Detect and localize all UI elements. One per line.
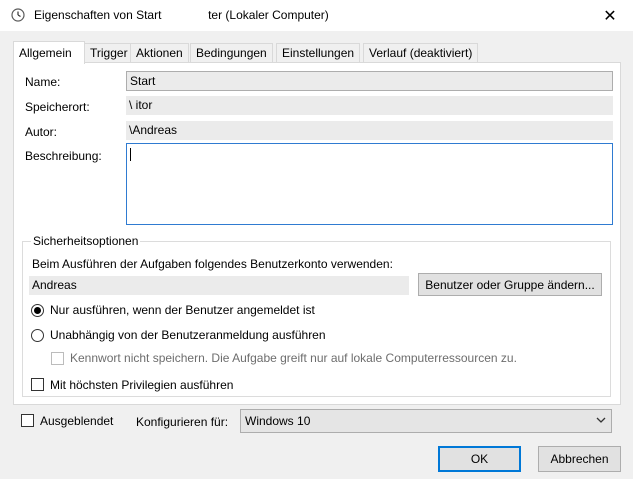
hidden-checkbox[interactable] bbox=[21, 414, 34, 427]
radio-independent-label[interactable]: Unabhängig von der Benutzeranmeldung aus… bbox=[50, 328, 326, 342]
location-label: Speicherort: bbox=[25, 100, 90, 114]
account-prompt: Beim Ausführen der Aufgaben folgendes Be… bbox=[32, 257, 393, 271]
tab-allgemein[interactable]: Allgemein bbox=[13, 41, 85, 64]
description-textarea[interactable] bbox=[126, 143, 613, 225]
cancel-button[interactable]: Abbrechen bbox=[538, 446, 621, 472]
author-label: Autor: bbox=[25, 125, 58, 139]
window-title: Eigenschaften von Start ter (Lokaler Com… bbox=[34, 8, 329, 22]
tab-bedingungen[interactable]: Bedingungen bbox=[190, 43, 273, 63]
hidden-label[interactable]: Ausgeblendet bbox=[40, 414, 113, 428]
close-button[interactable]: ✕ bbox=[587, 0, 633, 31]
chevron-down-icon bbox=[596, 417, 606, 423]
highest-privileges-checkbox[interactable] bbox=[31, 378, 44, 391]
ok-button[interactable]: OK bbox=[438, 446, 521, 472]
author-field[interactable]: \Andreas bbox=[126, 121, 613, 140]
name-field[interactable]: Start bbox=[126, 71, 613, 91]
radio-independent[interactable] bbox=[31, 329, 44, 342]
text-caret bbox=[130, 148, 131, 161]
highest-privileges-label[interactable]: Mit höchsten Privilegien ausführen bbox=[50, 378, 233, 392]
configure-select[interactable]: Windows 10 bbox=[240, 409, 612, 433]
no-store-password-checkbox bbox=[51, 352, 64, 365]
radio-selected-dot bbox=[34, 307, 41, 314]
account-field: Andreas bbox=[29, 276, 409, 295]
no-store-password-label: Kennwort nicht speichern. Die Aufgabe gr… bbox=[70, 351, 517, 365]
close-icon: ✕ bbox=[603, 7, 617, 25]
radio-logged-on-label[interactable]: Nur ausführen, wenn der Benutzer angemel… bbox=[50, 303, 315, 317]
title-bar: Eigenschaften von Start ter (Lokaler Com… bbox=[0, 0, 633, 31]
tab-verlauf[interactable]: Verlauf (deaktiviert) bbox=[363, 43, 479, 63]
configure-value: Windows 10 bbox=[245, 414, 311, 428]
configure-label: Konfigurieren für: bbox=[136, 415, 229, 429]
name-label: Name: bbox=[25, 75, 61, 89]
tab-trigger[interactable]: Trigger bbox=[84, 43, 134, 63]
tab-aktionen[interactable]: Aktionen bbox=[130, 43, 189, 63]
radio-logged-on[interactable] bbox=[31, 304, 44, 317]
clock-icon bbox=[11, 8, 25, 22]
description-label: Beschreibung: bbox=[25, 149, 102, 163]
change-user-button[interactable]: Benutzer oder Gruppe ändern... bbox=[418, 273, 602, 296]
security-options-title: Sicherheitsoptionen bbox=[31, 234, 141, 248]
tab-einstellungen[interactable]: Einstellungen bbox=[276, 43, 361, 63]
location-field[interactable]: \ itor bbox=[126, 96, 613, 115]
